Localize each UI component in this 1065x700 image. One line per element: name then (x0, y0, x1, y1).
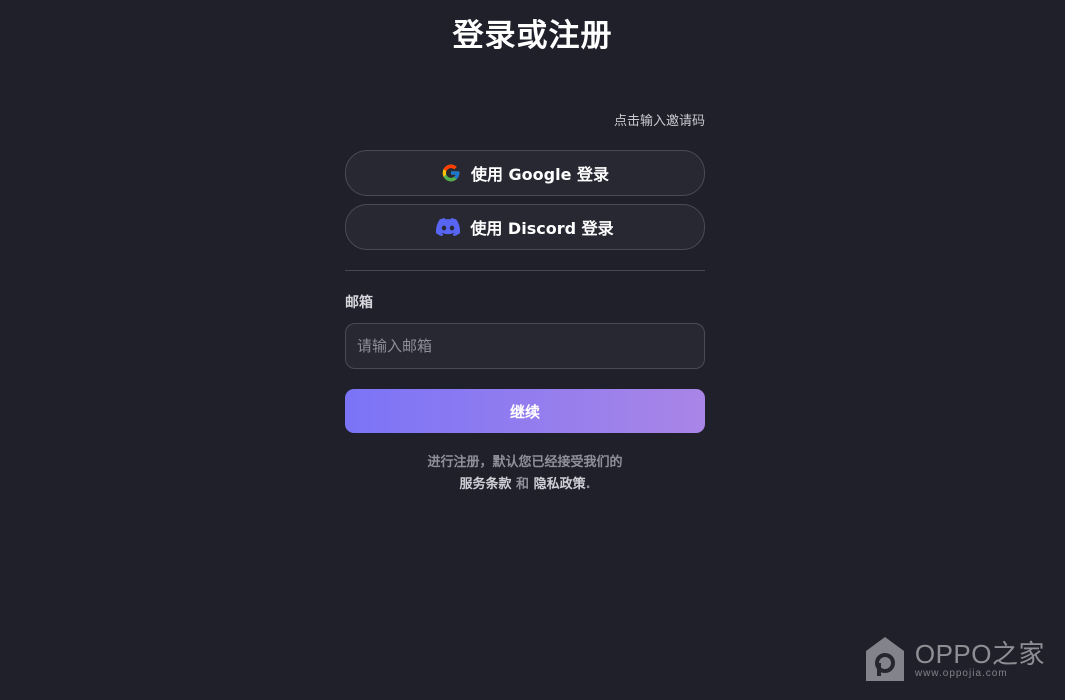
legal-suffix: . (585, 477, 591, 492)
legal-prefix: 进行注册，默认您已经接受我们的 (427, 455, 623, 470)
continue-button[interactable]: 继续 (345, 389, 705, 433)
page-title: 登录或注册 (452, 18, 613, 54)
login-page: 登录或注册 点击输入邀请码 使用 Google 登录 使用 Discord 登录 (0, 0, 1065, 700)
watermark: OPPO之家 www.oppojia.com (865, 636, 1045, 682)
legal-links: 服务条款 和 隐私政策. (345, 474, 705, 496)
terms-link[interactable]: 服务条款 (459, 477, 511, 492)
house-logo-icon (865, 636, 905, 682)
watermark-brand: OPPO之家 (914, 638, 1045, 669)
google-login-button[interactable]: 使用 Google 登录 (345, 150, 705, 196)
divider (345, 270, 705, 271)
discord-login-button[interactable]: 使用 Discord 登录 (345, 204, 705, 250)
email-label: 邮箱 (345, 295, 373, 311)
legal-conjunction: 和 (516, 477, 530, 492)
privacy-link[interactable]: 隐私政策 (534, 477, 586, 492)
google-login-label: 使用 Google 登录 (470, 165, 610, 184)
invite-code-link[interactable]: 点击输入邀请码 (614, 110, 705, 129)
google-logo-icon (441, 163, 461, 183)
legal-notice: 进行注册，默认您已经接受我们的 服务条款 和 隐私政策. (345, 452, 705, 496)
email-input[interactable] (345, 323, 705, 369)
discord-logo-icon (436, 218, 461, 236)
watermark-url: www.oppojia.com (914, 667, 1008, 679)
discord-login-label: 使用 Discord 登录 (470, 219, 614, 238)
